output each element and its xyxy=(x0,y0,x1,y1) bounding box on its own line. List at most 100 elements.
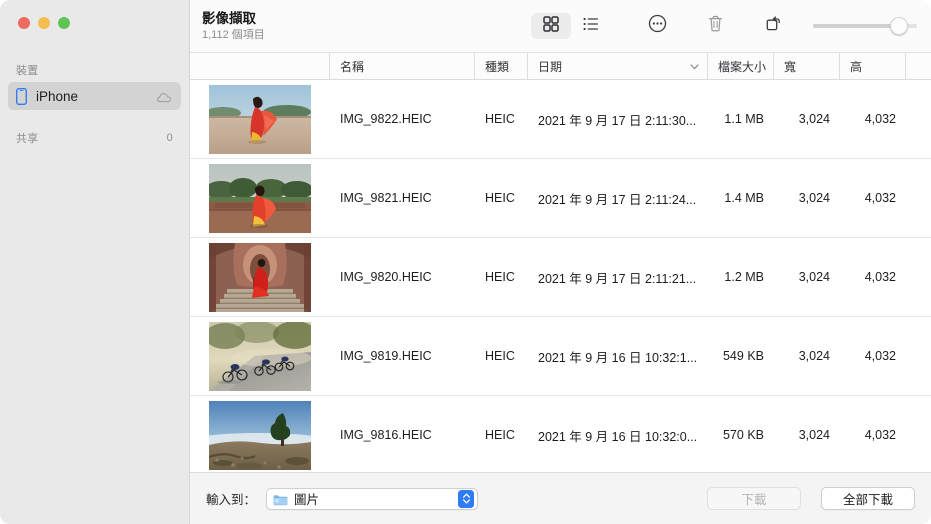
row-kind: HEIC xyxy=(485,191,515,205)
column-header-name-label: 名稱 xyxy=(340,59,365,74)
table-row[interactable]: IMG_9819.HEIC HEIC 2021 年 9 月 16 日 10:32… xyxy=(190,317,931,396)
row-overflow xyxy=(906,159,931,237)
rotate-icon xyxy=(764,14,783,38)
download-all-button-label: 全部下載 xyxy=(842,493,893,507)
download-all-button[interactable]: 全部下載 xyxy=(821,487,915,510)
row-date: 2021 年 9 月 17 日 2:11:21... xyxy=(538,271,697,286)
column-header-kind[interactable]: 種類 xyxy=(475,53,528,79)
traffic-light-buttons xyxy=(0,0,189,46)
column-header-date-label: 日期 xyxy=(538,59,563,74)
import-to-label: 輸入到： xyxy=(206,493,257,507)
row-kind: HEIC xyxy=(485,270,515,284)
row-kind: HEIC xyxy=(485,349,515,363)
row-height: 4,032 xyxy=(864,191,896,205)
row-thumbnail[interactable] xyxy=(190,80,330,158)
destination-value: 圖片 xyxy=(294,493,320,507)
table-row[interactable]: IMG_9822.HEIC HEIC 2021 年 9 月 17 日 2:11:… xyxy=(190,80,931,159)
column-header-size[interactable]: 檔案大小 xyxy=(708,53,774,79)
row-height: 4,032 xyxy=(864,270,896,284)
woman-red-dress-stairs-thumbnail xyxy=(209,242,311,312)
image-capture-window: 裝置 iPhone 共享 0 影像擷取 1,112 個項目 名稱 種類 日期 檔… xyxy=(0,0,931,524)
coastal-ridge-pine-thumbnail xyxy=(209,400,311,470)
column-header-height[interactable]: 高 xyxy=(840,53,906,79)
table-row[interactable]: IMG_9821.HEIC HEIC 2021 年 9 月 17 日 2:11:… xyxy=(190,159,931,238)
column-header-date[interactable]: 日期 xyxy=(528,53,708,79)
cyclists-misty-road-thumbnail xyxy=(209,321,311,391)
list-view-button[interactable] xyxy=(571,13,611,39)
column-header-size-label: 檔案大小 xyxy=(718,59,767,74)
shared-count-badge: 0 xyxy=(166,132,173,144)
row-name: IMG_9821.HEIC xyxy=(340,191,432,205)
row-date: 2021 年 9 月 17 日 2:11:24... xyxy=(538,192,697,207)
rotate-button[interactable] xyxy=(753,13,793,39)
ellipsis-circle-icon xyxy=(648,14,667,38)
row-thumbnail[interactable] xyxy=(190,396,330,472)
folder-icon xyxy=(273,493,288,505)
sidebar-section-devices: 裝置 xyxy=(0,56,189,82)
row-height: 4,032 xyxy=(864,112,896,126)
row-date: 2021 年 9 月 16 日 10:32:0... xyxy=(538,429,698,444)
column-header-thumbnail[interactable] xyxy=(190,53,330,79)
list-icon xyxy=(582,15,600,38)
sidebar-item-iphone-label: iPhone xyxy=(36,88,79,104)
close-button[interactable] xyxy=(18,17,30,29)
column-header-width[interactable]: 寬 xyxy=(774,53,840,79)
row-thumbnail[interactable] xyxy=(190,159,330,237)
woman-red-sari-garden-thumbnail xyxy=(209,163,311,233)
chevron-up-down-icon[interactable] xyxy=(458,489,475,508)
toolbar: 影像擷取 1,112 個項目 xyxy=(190,0,931,53)
content-pane: 影像擷取 1,112 個項目 名稱 種類 日期 檔案大小 寬 高 IMG_982… xyxy=(190,0,931,524)
row-size: 1.1 MB xyxy=(724,112,764,126)
column-header-width-label: 寬 xyxy=(784,59,797,74)
thumbnail-size-slider[interactable] xyxy=(813,16,917,36)
row-date: 2021 年 9 月 17 日 2:11:30... xyxy=(538,113,697,128)
destination-popup-button[interactable]: 圖片 xyxy=(266,487,479,510)
column-header-name[interactable]: 名稱 xyxy=(330,53,475,79)
toolbar-buttons xyxy=(531,13,793,39)
more-options-button[interactable] xyxy=(637,13,677,39)
bottom-bar: 輸入到： 圖片 下載 全部下載 xyxy=(190,472,931,524)
download-button[interactable]: 下載 xyxy=(707,487,801,510)
item-count-label: 1,112 個項目 xyxy=(202,28,265,41)
download-button-label: 下載 xyxy=(741,493,767,507)
column-header-kind-label: 種類 xyxy=(485,59,510,74)
row-overflow xyxy=(906,317,931,395)
minimize-button[interactable] xyxy=(38,17,50,29)
row-size: 1.2 MB xyxy=(724,270,764,284)
delete-button[interactable] xyxy=(695,13,735,39)
sidebar-section-shared-label: 共享 xyxy=(16,133,39,145)
cloud-icon xyxy=(157,91,173,102)
table-row[interactable]: IMG_9820.HEIC HEIC 2021 年 9 月 17 日 2:11:… xyxy=(190,238,931,317)
row-name: IMG_9816.HEIC xyxy=(340,428,432,442)
chevron-down-icon xyxy=(690,59,699,73)
table-row[interactable]: IMG_9816.HEIC HEIC 2021 年 9 月 16 日 10:32… xyxy=(190,396,931,472)
row-width: 3,024 xyxy=(798,112,830,126)
row-name: IMG_9819.HEIC xyxy=(340,349,432,363)
slider-knob[interactable] xyxy=(889,17,908,35)
page-title: 影像擷取 xyxy=(202,10,256,26)
row-name: IMG_9822.HEIC xyxy=(340,112,432,126)
row-size: 549 KB xyxy=(722,349,764,363)
row-name: IMG_9820.HEIC xyxy=(340,270,432,284)
row-height: 4,032 xyxy=(864,428,896,442)
sidebar-section-shared: 共享 0 xyxy=(0,124,189,150)
row-height: 4,032 xyxy=(864,349,896,363)
zoom-button[interactable] xyxy=(58,17,70,29)
row-overflow xyxy=(906,238,931,316)
photo-table-body[interactable]: IMG_9822.HEIC HEIC 2021 年 9 月 17 日 2:11:… xyxy=(190,80,931,472)
grid-view-button[interactable] xyxy=(531,13,571,39)
column-header-height-label: 高 xyxy=(850,59,863,74)
row-thumbnail[interactable] xyxy=(190,317,330,395)
row-width: 3,024 xyxy=(798,270,830,284)
sidebar-item-iphone[interactable]: iPhone xyxy=(8,82,181,110)
row-width: 3,024 xyxy=(798,349,830,363)
grid-icon xyxy=(542,15,560,38)
iphone-icon xyxy=(15,87,28,105)
title-block: 影像擷取 1,112 個項目 xyxy=(190,11,265,42)
row-width: 3,024 xyxy=(798,428,830,442)
row-width: 3,024 xyxy=(798,191,830,205)
column-header-overflow xyxy=(906,53,931,79)
woman-red-sari-terrace-thumbnail xyxy=(209,84,311,154)
row-size: 1.4 MB xyxy=(724,191,764,205)
row-thumbnail[interactable] xyxy=(190,238,330,316)
